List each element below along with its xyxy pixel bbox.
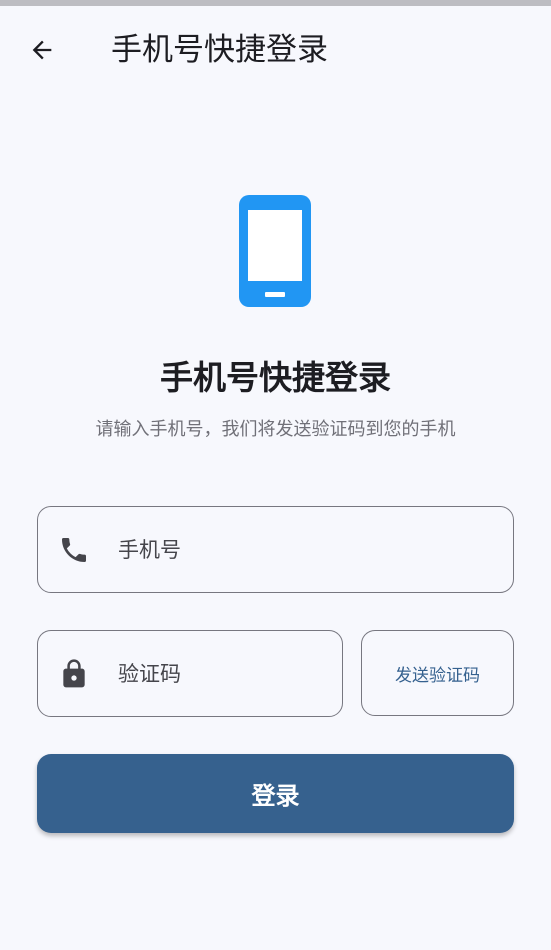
page-subtitle: 请输入手机号，我们将发送验证码到您的手机	[95, 419, 456, 440]
phone-icon	[58, 534, 90, 566]
back-button[interactable]	[22, 32, 62, 68]
code-input[interactable]	[118, 651, 318, 697]
lock-icon	[58, 658, 90, 690]
code-field[interactable]	[37, 630, 343, 717]
phone-input[interactable]	[118, 527, 478, 573]
arrow-left-icon	[32, 40, 52, 60]
login-button[interactable]: 登录	[37, 754, 514, 833]
smartphone-icon	[239, 195, 311, 307]
page-title: 手机号快捷登录	[160, 358, 391, 397]
app-bar: 手机号快捷登录	[0, 6, 551, 94]
phone-field[interactable]	[37, 506, 514, 593]
send-code-button[interactable]: 发送验证码	[361, 630, 514, 716]
app-bar-title: 手机号快捷登录	[111, 32, 328, 68]
